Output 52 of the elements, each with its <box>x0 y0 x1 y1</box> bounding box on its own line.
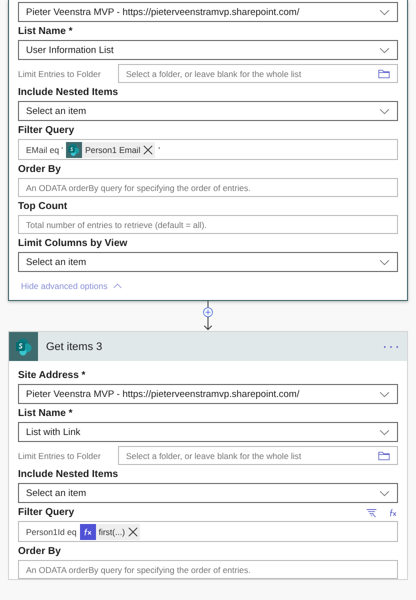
chevron-up-icon <box>113 283 122 289</box>
field-label: Order By <box>18 164 62 175</box>
field-label: Top Count <box>18 201 68 212</box>
chevron-down-icon <box>379 490 390 496</box>
chevron-down-icon <box>379 390 390 398</box>
fx-icon <box>82 526 94 538</box>
dynamic-content-token[interactable]: first(...) <box>80 524 140 540</box>
dropdown-field[interactable]: List with Link <box>18 422 398 442</box>
input-field[interactable]: Total number of entries to retrieve (default = all). <box>18 215 398 234</box>
sharepoint-icon <box>67 142 82 156</box>
dropdown-field[interactable]: Pieter Veenstra MVP - https://pieterveenstramvp.sharepoint.com/ <box>18 2 398 22</box>
expression-icon[interactable] <box>387 508 398 518</box>
field-label: Limit Entries to Folder <box>18 68 102 78</box>
input-field[interactable]: An ODATA orderBy query for specifying the order of entries. <box>18 178 398 197</box>
folder-icon[interactable] <box>378 68 390 78</box>
field-label: Filter Query <box>18 507 76 518</box>
field-label: Limit Entries to Folder <box>18 450 102 460</box>
expression-field[interactable]: Person1Id eq first(...) <box>18 521 398 542</box>
close-icon[interactable] <box>128 526 138 536</box>
chevron-down-icon <box>379 108 390 114</box>
query-text: Person1Id eq <box>26 526 77 536</box>
folder-icon[interactable] <box>378 450 390 460</box>
dropdown-field[interactable]: User Information List <box>18 40 398 60</box>
dropdown-field[interactable]: Select an item <box>18 483 398 503</box>
chevron-down-icon <box>379 428 390 436</box>
more-options-icon[interactable] <box>383 344 399 348</box>
field-label: Filter Query <box>18 125 76 136</box>
card-title: Get items 3 <box>46 340 104 352</box>
expression-field[interactable]: EMail eq ' Person1 Email ' <box>18 139 398 160</box>
chevron-down-icon <box>379 8 390 16</box>
chevron-down-icon <box>379 46 390 54</box>
dynamic-content-token[interactable]: Person1 Email <box>66 142 156 158</box>
folder-field[interactable]: Select a folder, or leave blank for the whole list <box>118 446 398 465</box>
folder-field[interactable]: Select a folder, or leave blank for the whole list <box>118 64 398 83</box>
query-text: EMail eq ' <box>26 144 64 154</box>
field-label: List Name * <box>18 26 74 37</box>
filter-icon[interactable] <box>366 508 377 518</box>
field-label: Include Nested Items <box>18 469 120 480</box>
field-label: Limit Columns by View <box>18 238 128 249</box>
sharepoint-icon <box>14 336 34 356</box>
card-header[interactable]: Get items 3 <box>9 332 407 361</box>
dropdown-field[interactable]: Select an item <box>18 101 398 121</box>
input-field[interactable]: An ODATA orderBy query for specifying the order of entries. <box>18 560 398 579</box>
field-label: Site Address * <box>18 370 86 381</box>
dropdown-field[interactable]: Select an item <box>18 252 398 272</box>
field-label: List Name * <box>18 408 74 419</box>
chevron-down-icon <box>379 258 390 266</box>
field-label: Include Nested Items <box>18 87 120 98</box>
dropdown-field[interactable]: Pieter Veenstra MVP - https://pieterveenstramvp.sharepoint.com/ <box>18 384 398 404</box>
close-icon[interactable] <box>143 144 154 154</box>
field-label: Order By <box>18 546 62 557</box>
query-text: ' <box>158 144 160 154</box>
